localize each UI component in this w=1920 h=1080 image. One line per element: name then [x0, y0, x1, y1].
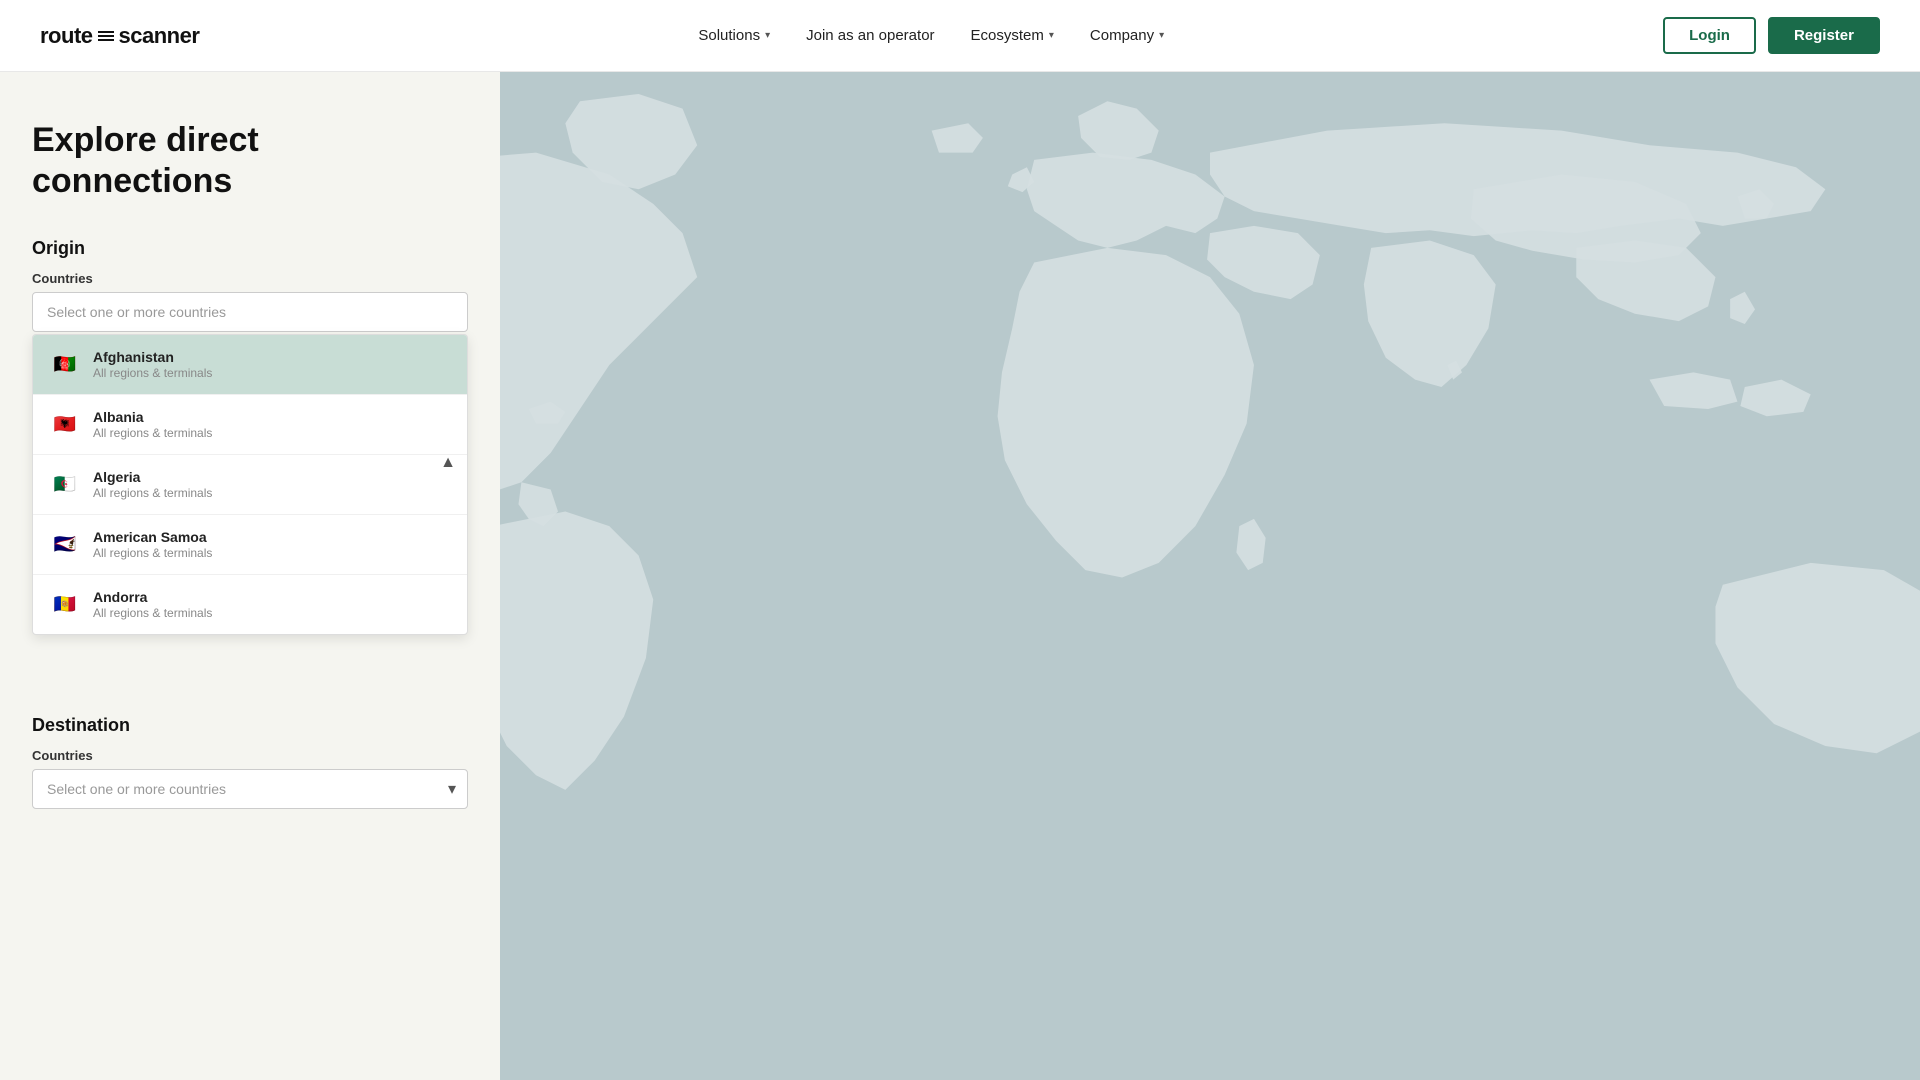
chevron-down-icon: ▾ — [1159, 30, 1164, 41]
dropdown-item-algeria[interactable]: 🇩🇿 Algeria All regions & terminals — [33, 455, 467, 515]
flag-american-samoa: 🇦🇸 — [49, 533, 81, 555]
chevron-down-icon: ▾ — [765, 30, 770, 41]
origin-countries-label: Countries — [32, 271, 468, 286]
flag-albania: 🇦🇱 — [49, 413, 81, 435]
origin-countries-dropdown: 🇦🇫 Afghanistan All regions & terminals 🇦… — [32, 334, 468, 635]
dropdown-item-american-samoa[interactable]: 🇦🇸 American Samoa All regions & terminal… — [33, 515, 467, 575]
country-name-algeria: Algeria — [93, 469, 212, 485]
destination-countries-select-wrapper: Select one or more countries ▾ — [32, 769, 468, 809]
country-sub-albania: All regions & terminals — [93, 426, 212, 440]
left-panel: Explore direct connections Origin Countr… — [0, 72, 500, 1080]
nav-ecosystem[interactable]: Ecosystem ▾ — [971, 27, 1054, 44]
destination-placeholder: Select one or more countries — [47, 781, 226, 797]
login-button[interactable]: Login — [1663, 17, 1756, 54]
destination-countries-input[interactable]: Select one or more countries ▾ — [32, 769, 468, 809]
destination-section: Destination Countries Select one or more… — [32, 715, 468, 809]
origin-countries-select-wrapper: Select one or more countries ▲ 🇦🇫 Afghan… — [32, 292, 468, 635]
nav-company[interactable]: Company ▾ — [1090, 27, 1164, 44]
country-sub-andorra: All regions & terminals — [93, 606, 212, 620]
page-title: Explore direct connections — [32, 120, 468, 202]
nav-join-operator[interactable]: Join as an operator — [806, 27, 934, 44]
dropdown-item-andorra[interactable]: 🇦🇩 Andorra All regions & terminals — [33, 575, 467, 634]
country-sub-american-samoa: All regions & terminals — [93, 546, 212, 560]
country-name-andorra: Andorra — [93, 589, 212, 605]
destination-countries-label: Countries — [32, 748, 468, 763]
country-sub-afghanistan: All regions & terminals — [93, 366, 212, 380]
destination-title: Destination — [32, 715, 468, 736]
header: route scanner Solutions ▾ Join as an ope… — [0, 0, 1920, 72]
dropdown-item-afghanistan[interactable]: 🇦🇫 Afghanistan All regions & terminals — [33, 335, 467, 395]
dropdown-scroll-area[interactable]: 🇦🇫 Afghanistan All regions & terminals 🇦… — [33, 335, 467, 634]
origin-countries-input[interactable]: Select one or more countries ▲ — [32, 292, 468, 332]
country-name-albania: Albania — [93, 409, 212, 425]
chevron-down-icon: ▾ — [448, 779, 456, 799]
world-map — [500, 72, 1920, 1080]
header-actions: Login Register — [1663, 17, 1880, 54]
map-area — [500, 72, 1920, 1080]
register-button[interactable]: Register — [1768, 17, 1880, 54]
country-name-afghanistan: Afghanistan — [93, 349, 212, 365]
flag-afghanistan: 🇦🇫 — [49, 353, 81, 375]
main-layout: Explore direct connections Origin Countr… — [0, 72, 1920, 1080]
logo[interactable]: route scanner — [40, 23, 199, 49]
origin-title: Origin — [32, 238, 468, 259]
country-sub-algeria: All regions & terminals — [93, 486, 212, 500]
main-nav: Solutions ▾ Join as an operator Ecosyste… — [698, 27, 1164, 44]
flag-algeria: 🇩🇿 — [49, 473, 81, 495]
origin-placeholder: Select one or more countries — [47, 304, 226, 320]
logo-lines-icon — [98, 31, 114, 41]
chevron-down-icon: ▾ — [1049, 30, 1054, 41]
dropdown-item-albania[interactable]: 🇦🇱 Albania All regions & terminals — [33, 395, 467, 455]
flag-andorra: 🇦🇩 — [49, 593, 81, 615]
origin-section: Origin Countries Select one or more coun… — [32, 238, 468, 635]
country-name-american-samoa: American Samoa — [93, 529, 212, 545]
nav-solutions[interactable]: Solutions ▾ — [698, 27, 770, 44]
